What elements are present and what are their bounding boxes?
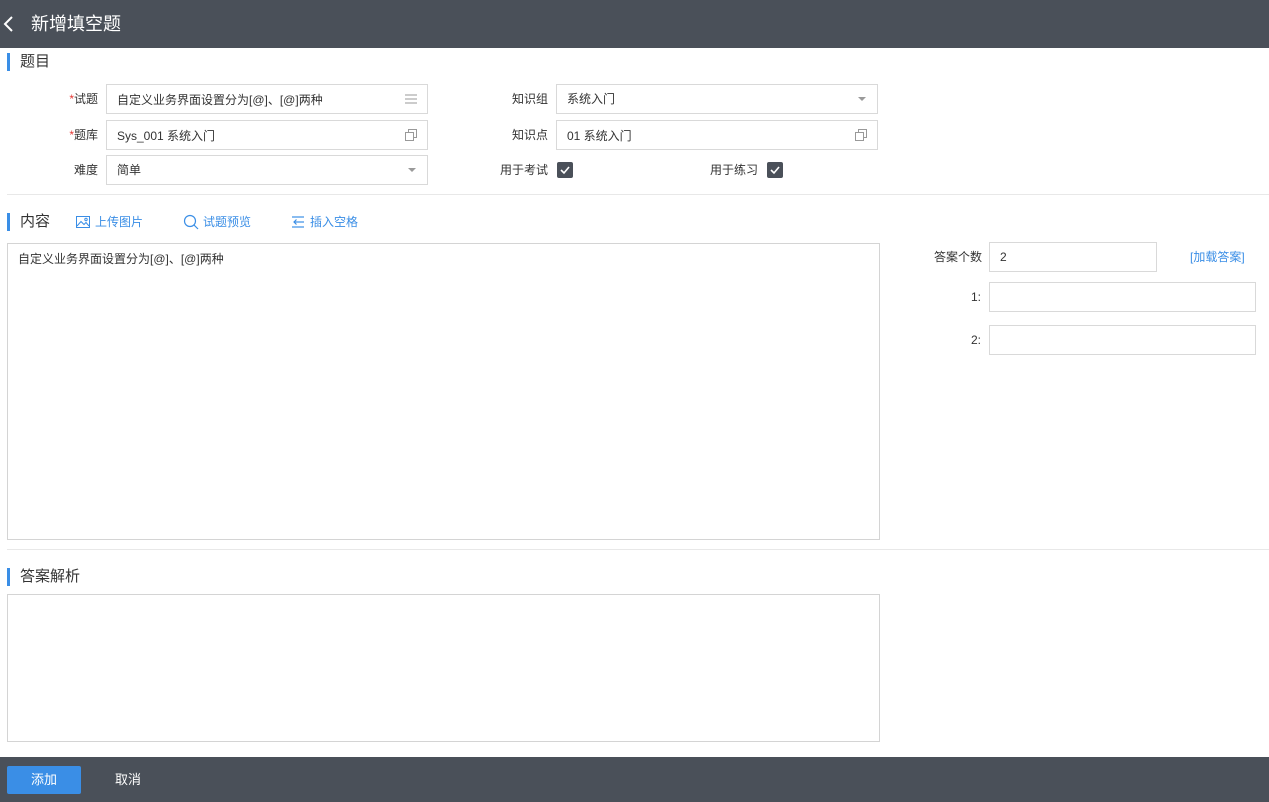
bank-label: *题库 — [69, 128, 98, 142]
question-input[interactable] — [107, 85, 427, 113]
knowledge-point-field[interactable] — [556, 120, 878, 150]
answer-1-label: 1: — [970, 290, 981, 304]
list-icon[interactable] — [403, 91, 419, 107]
answer-2-input[interactable] — [990, 326, 1255, 354]
for-exam-label: 用于考试 — [499, 163, 548, 177]
check-icon — [770, 166, 780, 175]
answer-count-input[interactable] — [990, 243, 1156, 271]
answer-count-field[interactable] — [989, 242, 1157, 272]
for-practice-label: 用于练习 — [709, 163, 758, 177]
back-arrow-icon[interactable] — [0, 12, 22, 36]
for-practice-checkbox[interactable] — [767, 162, 783, 178]
question-field[interactable] — [106, 84, 428, 114]
load-answers-link[interactable]: [加载答案] — [1190, 242, 1245, 272]
check-icon — [560, 166, 570, 175]
divider — [7, 549, 1269, 550]
content-text: 自定义业务界面设置分为[@]、[@]两种 — [18, 252, 224, 266]
section-title-analysis: 答案解析 — [7, 568, 80, 586]
knowledge-group-select[interactable]: 系统入门 — [556, 84, 878, 114]
insert-blank-button[interactable]: 插入空格 — [290, 212, 370, 232]
divider — [7, 194, 1269, 195]
answer-2-label: 2: — [970, 333, 981, 347]
knowledge-point-input[interactable] — [557, 121, 877, 149]
preview-label: 试题预览 — [203, 215, 252, 229]
add-button[interactable]: 添加 — [7, 766, 81, 794]
search-icon — [183, 214, 199, 230]
upload-image-label: 上传图片 — [95, 215, 144, 229]
knowledge-group-value: 系统入门 — [567, 92, 616, 106]
analysis-editor[interactable] — [7, 594, 880, 742]
difficulty-label: 难度 — [73, 163, 98, 177]
insert-blank-icon — [292, 216, 304, 228]
cancel-button[interactable]: 取消 — [100, 766, 156, 794]
difficulty-select[interactable]: 简单 — [106, 155, 428, 185]
bank-input[interactable] — [107, 121, 427, 149]
answer-count-label: 答案个数 — [933, 250, 982, 264]
page-title: 新增填空题 — [31, 14, 121, 34]
preview-button[interactable]: 试题预览 — [183, 212, 263, 232]
section-title-question: 题目 — [7, 53, 50, 71]
for-exam-checkbox[interactable] — [557, 162, 573, 178]
knowledge-group-label: 知识组 — [511, 92, 548, 106]
knowledge-point-label: 知识点 — [511, 128, 548, 142]
header-bar: 新增填空题 — [0, 0, 1269, 48]
image-icon — [76, 216, 90, 228]
upload-image-button[interactable]: 上传图片 — [75, 212, 155, 232]
bank-field[interactable] — [106, 120, 428, 150]
difficulty-value: 简单 — [117, 163, 142, 177]
section-title-content: 内容 — [7, 213, 50, 231]
copy-icon[interactable] — [853, 127, 869, 143]
question-label: *试题 — [69, 92, 98, 106]
answer-1-input[interactable] — [990, 283, 1255, 311]
insert-blank-label: 插入空格 — [310, 215, 359, 229]
answer-1-field[interactable] — [989, 282, 1256, 312]
chevron-down-icon[interactable] — [408, 168, 416, 172]
copy-icon[interactable] — [403, 127, 419, 143]
answer-2-field[interactable] — [989, 325, 1256, 355]
footer-bar: 添加 取消 — [0, 757, 1269, 802]
content-editor[interactable]: 自定义业务界面设置分为[@]、[@]两种 — [7, 243, 880, 540]
chevron-down-icon[interactable] — [858, 97, 866, 101]
